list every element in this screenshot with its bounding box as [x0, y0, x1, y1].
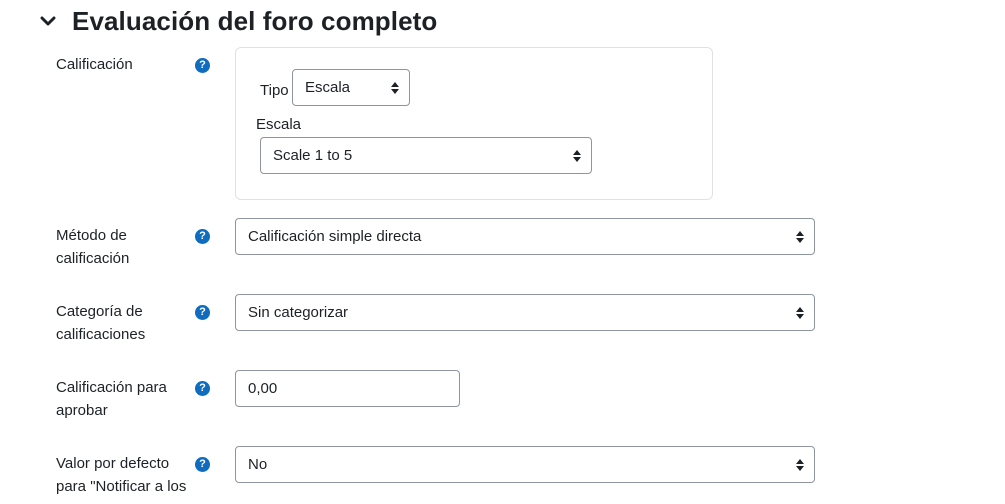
- grade-category-label-line2: calificaciones: [56, 326, 146, 343]
- grade-category-value: Sin categorizar: [248, 304, 349, 321]
- grade-category-label: Categoría de calificaciones: [56, 300, 191, 346]
- notify-default-label-line1: Valor por defecto: [56, 455, 170, 472]
- grade-category-select[interactable]: Sin categorizar: [235, 294, 815, 331]
- grade-label: Calificación: [56, 53, 191, 76]
- grade-to-pass-input[interactable]: 0,00: [235, 370, 460, 407]
- section-header[interactable]: Evaluación del foro completo: [38, 4, 437, 38]
- grade-category-label-line1: Categoría de: [56, 303, 143, 320]
- notify-default-label-line2: para "Notificar a los: [56, 478, 187, 495]
- grading-method-label-line1: Método de: [56, 227, 127, 244]
- grade-label-text: Calificación: [56, 56, 133, 73]
- grading-method-label-line2: calificación: [56, 250, 130, 267]
- notify-default-value: No: [248, 456, 268, 473]
- grading-method-value: Calificación simple directa: [248, 228, 422, 245]
- grade-scale-label: Escala: [256, 116, 302, 133]
- grade-to-pass-label-line1: Calificación para: [56, 379, 167, 396]
- notify-default-label: Valor por defecto para "Notificar a los: [56, 452, 191, 498]
- question-circle-icon[interactable]: ?: [195, 305, 210, 320]
- question-circle-icon[interactable]: ?: [195, 58, 210, 73]
- sort-arrows-icon: [796, 458, 804, 471]
- question-circle-icon[interactable]: ?: [195, 229, 210, 244]
- grading-method-label: Método de calificación: [56, 224, 191, 270]
- grade-type-label: Tipo: [260, 82, 289, 99]
- notify-default-select[interactable]: No: [235, 446, 815, 483]
- page: Evaluación del foro completo Calificació…: [0, 0, 1005, 504]
- chevron-down-icon[interactable]: [38, 11, 58, 31]
- question-circle-icon[interactable]: ?: [195, 381, 210, 396]
- sort-arrows-icon: [796, 306, 804, 319]
- grade-scale-select[interactable]: Scale 1 to 5: [260, 137, 592, 174]
- sort-arrows-icon: [796, 230, 804, 243]
- question-circle-icon[interactable]: ?: [195, 457, 210, 472]
- sort-arrows-icon: [391, 81, 399, 94]
- grade-type-value: Escala: [305, 79, 351, 96]
- grade-type-select[interactable]: Escala: [292, 69, 410, 106]
- grade-to-pass-label-line2: aprobar: [56, 402, 108, 419]
- grade-scale-value: Scale 1 to 5: [273, 147, 353, 164]
- grade-fieldset: Tipo Escala Escala Scale 1 to 5: [235, 47, 713, 200]
- sort-arrows-icon: [573, 149, 581, 162]
- grading-method-select[interactable]: Calificación simple directa: [235, 218, 815, 255]
- grade-to-pass-value: 0,00: [248, 380, 278, 397]
- grade-to-pass-label: Calificación para aprobar: [56, 376, 191, 422]
- section-title: Evaluación del foro completo: [72, 5, 438, 36]
